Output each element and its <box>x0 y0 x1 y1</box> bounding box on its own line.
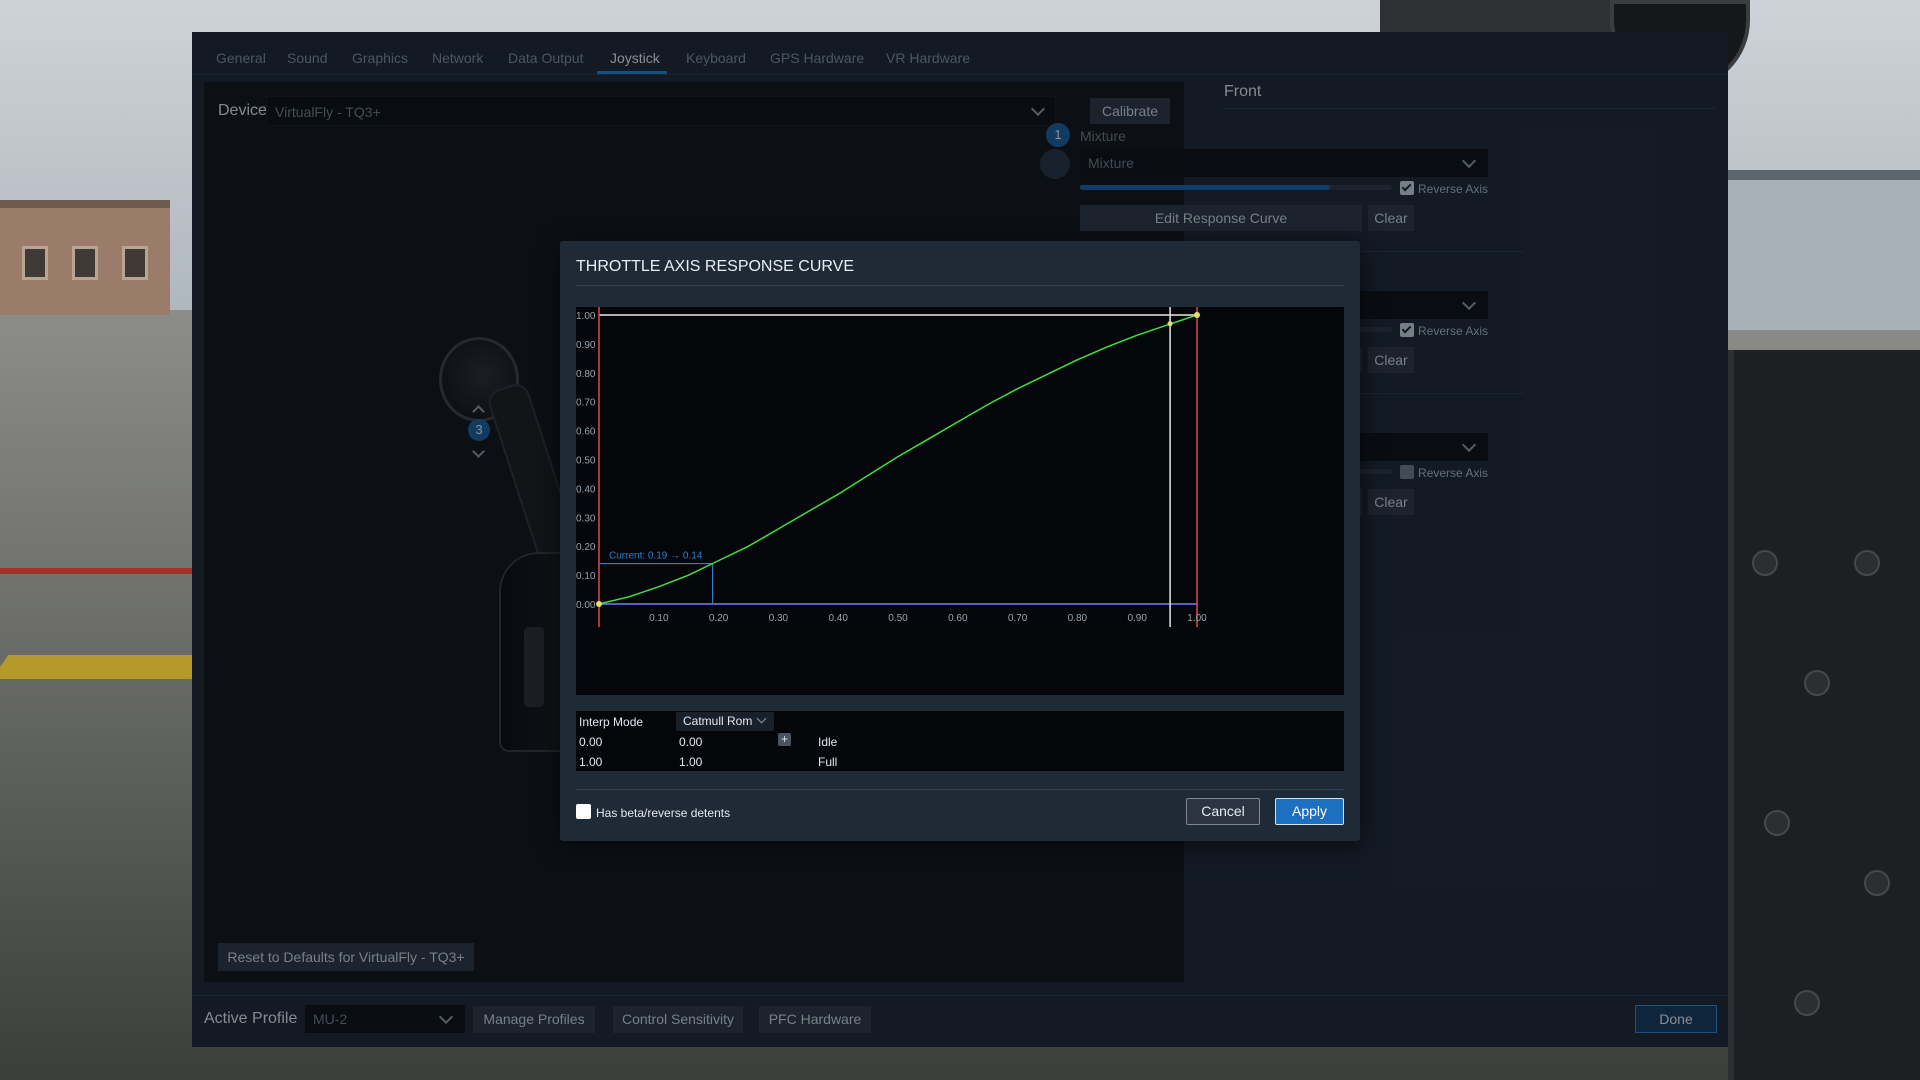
current-value-label: Current: 0.19 → 0.14 <box>609 551 703 562</box>
beta-detents-label: Has beta/reverse detents <box>596 806 731 820</box>
point-name[interactable]: Full <box>818 755 837 769</box>
background-hangar <box>1700 170 1920 330</box>
background-building <box>0 200 170 315</box>
y-tick-label: 0.50 <box>576 456 596 467</box>
point-name[interactable]: Idle <box>818 735 837 749</box>
runway-stripe-yellow <box>0 655 209 679</box>
interp-mode-value: Catmull Rom <box>683 714 753 728</box>
response-curve-dialog: THROTTLE AXIS RESPONSE CURVE 0.00 0.10 0.2… <box>560 241 1360 841</box>
y-tick-label: 1.00 <box>576 311 596 322</box>
cancel-button[interactable]: Cancel <box>1186 798 1260 825</box>
interp-mode-label: Interp Mode <box>579 715 644 729</box>
point-input[interactable]: 0.00 <box>579 735 602 749</box>
divider <box>576 285 1344 286</box>
chart-svg[interactable]: 0.00 0.10 0.20 0.30 0.40 0.50 0.60 0.70 0.80 0.90… <box>576 307 1344 695</box>
runway-stripe-red <box>0 568 200 574</box>
x-tick-label: 0.20 <box>709 613 729 624</box>
y-tick-label: 0.90 <box>576 340 596 351</box>
apply-button[interactable]: Apply <box>1275 798 1344 825</box>
response-curve-chart[interactable]: 0.00 0.10 0.20 0.30 0.40 0.50 0.60 0.70 0.80 0.90… <box>576 307 1344 695</box>
chevron-down-icon <box>756 713 767 724</box>
x-tick-label: 0.80 <box>1068 613 1088 624</box>
interp-mode-select[interactable]: Catmull Rom <box>676 712 774 731</box>
cockpit-panel <box>1728 350 1920 1080</box>
point-input[interactable]: 1.00 <box>579 755 602 769</box>
y-tick-label: 0.40 <box>576 484 596 495</box>
x-tick-label: 1.00 <box>1187 613 1207 624</box>
x-tick-label: 0.90 <box>1127 613 1147 624</box>
y-tick-label: 0.30 <box>576 513 596 524</box>
add-point-icon[interactable]: + <box>778 733 791 746</box>
detent-point[interactable] <box>1167 321 1173 327</box>
y-tick-label: 0.20 <box>576 542 596 553</box>
y-tick-label: 0.70 <box>576 398 596 409</box>
curve-control-point[interactable] <box>1194 312 1200 318</box>
divider <box>576 789 1344 790</box>
beta-detents-checkbox[interactable] <box>576 804 591 819</box>
y-tick-label: 0.80 <box>576 369 596 380</box>
x-tick-label: 0.10 <box>649 613 669 624</box>
x-tick-label: 0.60 <box>948 613 968 624</box>
y-tick-label: 0.10 <box>576 571 596 582</box>
x-tick-label: 0.40 <box>828 613 848 624</box>
x-tick-label: 0.30 <box>769 613 789 624</box>
x-tick-label: 0.50 <box>888 613 908 624</box>
point-output[interactable]: 1.00 <box>679 755 702 769</box>
curve-control-point[interactable] <box>596 601 602 607</box>
y-tick-label: 0.00 <box>576 600 596 611</box>
point-output[interactable]: 0.00 <box>679 735 702 749</box>
x-tick-label: 0.70 <box>1008 613 1028 624</box>
y-tick-label: 0.60 <box>576 427 596 438</box>
curve-points-table: Interp Mode Catmull Rom 0.00 0.00 + Idle… <box>576 711 1344 771</box>
dialog-title: THROTTLE AXIS RESPONSE CURVE <box>576 258 854 275</box>
